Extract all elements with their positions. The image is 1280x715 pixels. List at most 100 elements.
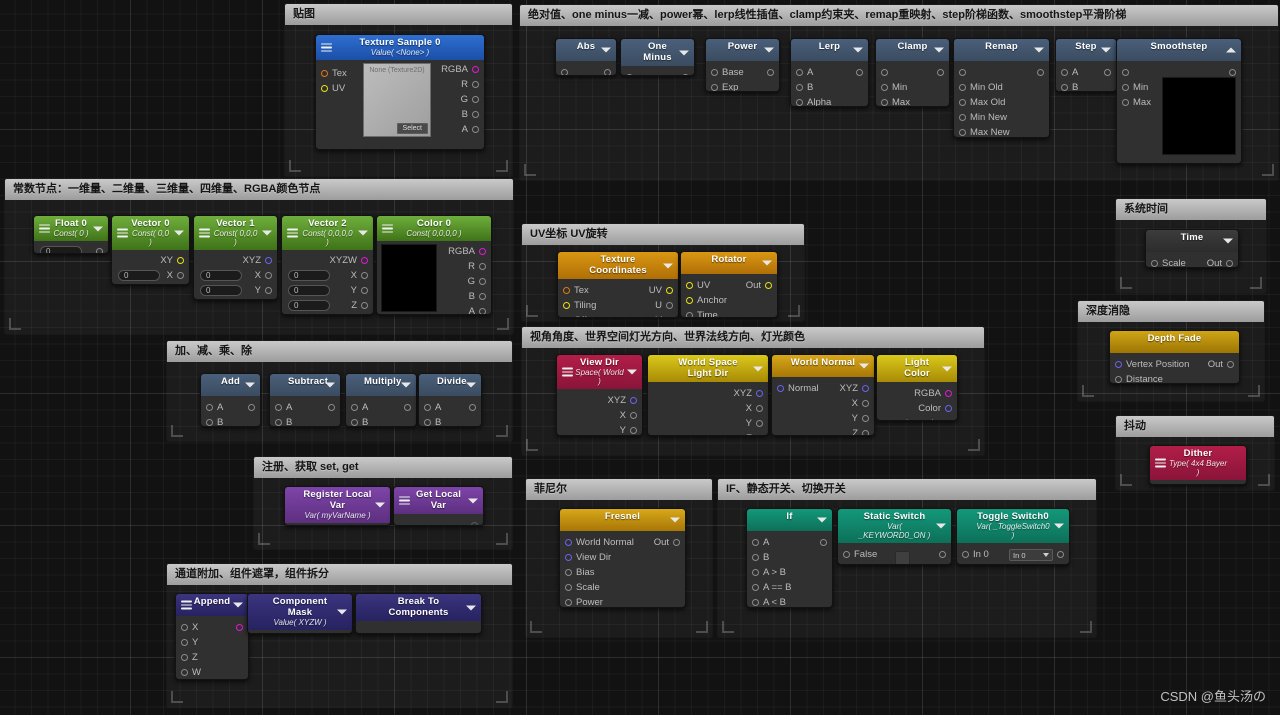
output-pin[interactable]: [856, 69, 863, 76]
port-row[interactable]: 0 Z: [194, 298, 277, 299]
resize-corner[interactable]: [171, 691, 183, 703]
output-pin[interactable]: [666, 317, 673, 318]
output-pin[interactable]: [177, 257, 184, 264]
output-pin[interactable]: [1057, 551, 1064, 558]
input-pin[interactable]: [565, 569, 572, 576]
chevron-down-icon[interactable]: [262, 230, 272, 236]
port-row[interactable]: X: [557, 408, 642, 423]
input-pin[interactable]: [1061, 84, 1068, 91]
output-pin[interactable]: [248, 404, 255, 411]
input-pin[interactable]: [424, 419, 431, 426]
input-pin[interactable]: [424, 404, 431, 411]
resize-corner[interactable]: [171, 425, 183, 437]
node-static-switch[interactable]: Static Switch Var( _KEYWORD0_ON ) False …: [837, 508, 952, 565]
resize-corner[interactable]: [1120, 474, 1132, 486]
output-pin[interactable]: [177, 272, 184, 279]
chevron-down-icon[interactable]: [679, 50, 689, 55]
input-pin[interactable]: [752, 584, 759, 591]
output-pin[interactable]: [820, 539, 827, 546]
port-row[interactable]: 0 Y: [282, 283, 373, 298]
port-row[interactable]: [621, 70, 694, 75]
node-header[interactable]: If: [747, 509, 832, 531]
value-input[interactable]: 0: [288, 285, 330, 296]
chevron-down-icon[interactable]: [233, 602, 243, 608]
port-row[interactable]: B: [441, 107, 484, 122]
output-pin[interactable]: [479, 278, 486, 285]
node-header[interactable]: Multiply: [346, 374, 416, 396]
input-pin[interactable]: [843, 551, 850, 558]
group-constants[interactable]: 常数节点：一维量、二维量、三维量、四维量、RGBA颜色节点 Float 0 Co…: [5, 179, 513, 334]
input-pin[interactable]: [561, 69, 568, 75]
node-header[interactable]: Append: [176, 594, 248, 616]
node-world-normal[interactable]: World Normal Normal XYZ X Y Z: [771, 354, 875, 436]
port-row[interactable]: [1150, 484, 1246, 485]
port-row[interactable]: Color: [877, 401, 957, 416]
port-row[interactable]: XYZ: [557, 393, 642, 408]
output-pin[interactable]: [666, 287, 673, 294]
port-row[interactable]: Z: [648, 431, 768, 435]
resize-corner[interactable]: [1262, 164, 1274, 176]
port-row[interactable]: Tex UV: [558, 283, 678, 298]
port-row[interactable]: Tiling U: [558, 298, 678, 313]
value-input[interactable]: 0: [40, 246, 82, 253]
texture-slot[interactable]: None (Texture2D) Select: [363, 63, 431, 137]
chevron-down-icon[interactable]: [325, 382, 335, 388]
port-row[interactable]: XYZ: [648, 386, 768, 401]
node-header[interactable]: Fresnel: [560, 509, 685, 531]
group-system-time[interactable]: 系统时间 Time Scale Out: [1116, 199, 1266, 293]
node-header[interactable]: Smoothstep: [1117, 39, 1241, 61]
port-row[interactable]: R: [377, 259, 491, 274]
output-pin[interactable]: [479, 293, 486, 300]
node-header[interactable]: Remap: [954, 39, 1049, 61]
port-row[interactable]: B: [201, 415, 260, 426]
port-row[interactable]: A: [791, 65, 868, 80]
node-vector-2[interactable]: Vector 2 Const( 0,0,0,0 ) XYZW 0 X 0 Y 0…: [281, 215, 374, 315]
port-row[interactable]: Scale: [560, 580, 685, 595]
input-pin[interactable]: [275, 404, 282, 411]
value-input[interactable]: 0: [200, 270, 242, 281]
chevron-down-icon[interactable]: [762, 260, 772, 266]
node-header[interactable]: Vector 2 Const( 0,0,0,0 ): [282, 216, 373, 250]
port-row[interactable]: Min New: [954, 110, 1049, 125]
chevron-down-icon[interactable]: [337, 609, 347, 615]
input-pin[interactable]: [565, 554, 572, 561]
input-pin[interactable]: [206, 404, 213, 411]
node-header[interactable]: Add: [201, 374, 260, 396]
resize-corner[interactable]: [1248, 385, 1260, 397]
group-uv[interactable]: UV坐标 UV旋转 Texture Coordinates Tex UV Til…: [522, 224, 804, 321]
node-one-minus[interactable]: One Minus: [620, 38, 695, 76]
node-header[interactable]: Depth Fade: [1110, 331, 1239, 353]
node-vector-0[interactable]: Vector 0 Const( 0,0 ) XY 0 X: [111, 215, 190, 285]
port-row[interactable]: A: [1056, 65, 1116, 80]
port-row[interactable]: XY: [112, 253, 189, 268]
input-pin[interactable]: [777, 385, 784, 392]
input-pin[interactable]: [351, 419, 358, 426]
node-header[interactable]: Get Local Var: [394, 487, 483, 514]
node-view-dir[interactable]: View Dir Space( World ) XYZ X Y: [556, 354, 643, 436]
port-row[interactable]: Min Old: [954, 80, 1049, 95]
port-row[interactable]: Intensity: [877, 416, 957, 420]
input-pin[interactable]: [321, 85, 328, 92]
input-pin[interactable]: [752, 599, 759, 606]
input-pin[interactable]: [563, 302, 570, 309]
input-pin[interactable]: [959, 114, 966, 121]
port-row[interactable]: 0 Z: [282, 298, 373, 313]
node-header[interactable]: Vector 0 Const( 0,0 ): [112, 216, 189, 250]
chevron-down-icon[interactable]: [1223, 238, 1233, 244]
output-pin[interactable]: [862, 385, 869, 392]
resize-corner[interactable]: [496, 691, 508, 703]
chevron-down-icon[interactable]: [245, 382, 255, 388]
port-row[interactable]: Y: [772, 411, 874, 426]
resize-corner[interactable]: [496, 425, 508, 437]
output-pin[interactable]: [472, 111, 479, 118]
port-row[interactable]: G: [377, 274, 491, 289]
node-header[interactable]: Register Local Var Var( myVarName ): [285, 487, 390, 523]
node-header[interactable]: Clamp: [876, 39, 949, 61]
port-row[interactable]: Distance: [1110, 372, 1239, 383]
chevron-down-icon[interactable]: [468, 498, 478, 503]
output-pin[interactable]: [1037, 69, 1044, 76]
value-input[interactable]: 0: [118, 270, 160, 281]
node-header[interactable]: Subtract: [270, 374, 340, 396]
chevron-up-icon[interactable]: [1226, 47, 1236, 53]
node-header[interactable]: One Minus: [621, 39, 694, 66]
